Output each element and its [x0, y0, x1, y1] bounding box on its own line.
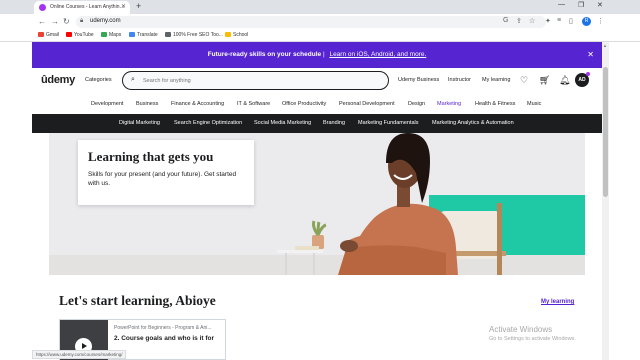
subcategory-branding[interactable]: Branding: [323, 120, 345, 126]
bookmark-seo-tools[interactable]: 100% Free SEO Too...: [165, 32, 223, 38]
udemy-favicon-icon: [39, 4, 46, 11]
avatar-initials: AD: [578, 77, 586, 83]
maximize-icon[interactable]: ❐: [578, 1, 584, 9]
scrollbar-thumb[interactable]: [603, 67, 608, 197]
udemy-page: Future-ready skills on your schedule | L…: [32, 42, 602, 360]
bookmark-youtube[interactable]: YouTube: [66, 32, 94, 38]
search-input[interactable]: [143, 76, 373, 86]
category-nav: Development Business Finance & Accountin…: [32, 94, 602, 114]
bookmarks-bar: Gmail YouTube Maps Translate 100% Free S…: [0, 30, 640, 42]
categories-menu[interactable]: Categories: [85, 77, 112, 83]
seo-tools-icon: [165, 32, 171, 37]
bookmark-star-icon[interactable]: ☆: [529, 17, 535, 25]
google-icon[interactable]: G: [503, 17, 508, 24]
tab-title: Online Courses - Learn Anythin…: [50, 4, 125, 10]
subcategory-marketing-fundamentals[interactable]: Marketing Fundamentals: [358, 120, 419, 126]
browser-tab[interactable]: Online Courses - Learn Anythin… ✕: [34, 1, 130, 14]
browser-toolbar: ← → ↻ 🔒︎ udemy.com G ⇪ ☆ ✦ ≡ ▯ R ⋮: [0, 14, 640, 30]
screen: Online Courses - Learn Anythin… ✕ + — ❐ …: [0, 0, 640, 360]
category-it-software[interactable]: IT & Software: [237, 101, 270, 107]
maps-icon: [101, 32, 107, 37]
youtube-icon: [66, 32, 72, 37]
category-finance-accounting[interactable]: Finance & Accounting: [171, 101, 224, 107]
site-header: ûdemy Categories ⌕ Udemy Business Instru…: [32, 68, 602, 94]
subcategory-digital-marketing[interactable]: Digital Marketing: [119, 120, 160, 126]
category-personal-development[interactable]: Personal Development: [339, 101, 395, 107]
profile-avatar[interactable]: R: [582, 17, 591, 26]
reading-list-icon[interactable]: ≡: [557, 17, 561, 24]
course-title: PowerPoint for Beginners - Program & Ani…: [114, 325, 212, 331]
subcategory-social-media-marketing[interactable]: Social Media Marketing: [254, 120, 311, 126]
bookmark-translate[interactable]: Translate: [129, 32, 158, 38]
menu-icon[interactable]: ⋮: [597, 17, 604, 25]
hero-title: Learning that gets you: [88, 149, 214, 164]
search-icon[interactable]: ⌕: [131, 76, 135, 84]
category-business[interactable]: Business: [136, 101, 158, 107]
cart-icon[interactable]: 🛒︎: [539, 75, 550, 86]
watermark-title: Activate Windows: [489, 325, 553, 334]
side-panel-icon[interactable]: ▯: [569, 17, 573, 25]
bookmark-maps[interactable]: Maps: [101, 32, 121, 38]
udemy-business-link[interactable]: Udemy Business: [398, 77, 439, 83]
category-development[interactable]: Development: [91, 101, 123, 107]
address-url: udemy.com: [90, 18, 121, 24]
translate-icon: [129, 32, 135, 37]
address-bar[interactable]: 🔒︎ udemy.com: [76, 16, 546, 28]
minimize-icon[interactable]: —: [558, 1, 565, 8]
category-marketing[interactable]: Marketing: [437, 101, 461, 107]
subcategory-nav: Digital Marketing Search Engine Optimiza…: [32, 114, 602, 133]
my-learning-link-section[interactable]: My learning: [541, 299, 574, 305]
udemy-logo[interactable]: ûdemy: [41, 74, 75, 86]
promo-separator: |: [322, 51, 325, 58]
promo-bold-text: Future-ready skills on your schedule: [207, 51, 322, 58]
subcategory-marketing-analytics[interactable]: Marketing Analytics & Automation: [432, 120, 514, 126]
welcome-heading: Let's start learning, Abioye: [59, 293, 216, 308]
promo-link[interactable]: Learn on iOS, Android, and more.: [329, 51, 426, 58]
page-scrollbar[interactable]: ▲: [602, 42, 609, 360]
forward-icon[interactable]: →: [51, 17, 59, 26]
close-window-icon[interactable]: ✕: [597, 1, 603, 9]
bookmark-school[interactable]: School: [225, 32, 248, 38]
activate-windows-watermark: Activate Windows Go to Settings to activ…: [489, 325, 576, 342]
promo-text: Future-ready skills on your schedule | L…: [32, 51, 602, 58]
hero-card: Learning that gets you Skills for your p…: [78, 140, 254, 205]
back-icon[interactable]: ←: [38, 17, 46, 26]
category-health-fitness[interactable]: Health & Fitness: [475, 101, 515, 107]
category-music[interactable]: Music: [527, 101, 541, 107]
watermark-subtitle: Go to Settings to activate Windows.: [489, 336, 576, 342]
close-tab-icon[interactable]: ✕: [121, 3, 126, 10]
category-design[interactable]: Design: [408, 101, 425, 107]
scroll-up-icon[interactable]: ▲: [603, 43, 607, 48]
lock-icon: 🔒︎: [80, 18, 84, 24]
share-icon[interactable]: ⇪: [516, 17, 522, 25]
notifications-bell-icon[interactable]: 🔔︎: [559, 75, 570, 86]
new-tab-button[interactable]: +: [136, 1, 141, 11]
gmail-icon: [38, 32, 44, 37]
link-status-bar: https://www.udemy.com/courses/marketing/: [32, 350, 127, 359]
hero-banner: Learning that gets you Skills for your p…: [49, 133, 585, 275]
promo-banner: Future-ready skills on your schedule | L…: [32, 42, 602, 68]
user-avatar[interactable]: AD: [575, 72, 590, 87]
extensions-icon[interactable]: ✦: [545, 17, 551, 25]
reload-icon[interactable]: ↻: [63, 17, 70, 26]
instructor-link[interactable]: Instructor: [448, 77, 471, 83]
wishlist-heart-icon[interactable]: ♡: [520, 75, 528, 86]
close-promo-icon[interactable]: ✕: [587, 50, 594, 59]
course-lesson: 2. Course goals and who is it for: [114, 335, 215, 342]
my-learning-link[interactable]: My learning: [482, 77, 510, 83]
category-office-productivity[interactable]: Office Productivity: [282, 101, 326, 107]
browser-tab-strip: Online Courses - Learn Anythin… ✕ + — ❐ …: [0, 0, 640, 14]
bookmark-gmail[interactable]: Gmail: [38, 32, 59, 38]
hero-body: Skills for your present (and your future…: [88, 171, 237, 187]
folder-icon: [225, 32, 231, 37]
search-bar[interactable]: ⌕: [122, 71, 389, 90]
subcategory-seo[interactable]: Search Engine Optimization: [174, 120, 242, 126]
notification-dot: [586, 72, 590, 76]
